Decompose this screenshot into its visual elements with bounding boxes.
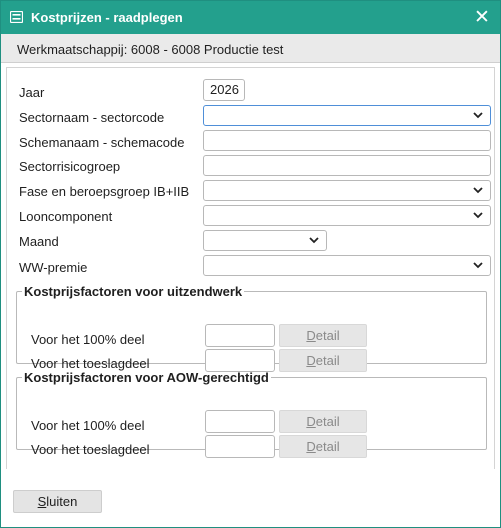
risico-input[interactable] [203,155,491,176]
fase-label: Fase en beroepsgroep IB+IIB [19,184,190,199]
window-title: Kostprijzen - raadplegen [31,10,183,25]
form-panel: Jaar 2026 Sectornaam - sectorcode Schema… [6,67,495,469]
chevron-down-icon [473,212,483,219]
aow-toeslag-detail-button[interactable]: Detail [279,435,367,458]
uitzendwerk-group: Kostprijsfactoren voor uitzendwerk Voor … [16,284,487,372]
uitzend-100-label: Voor het 100% deel [31,332,145,347]
chevron-down-icon [309,237,319,244]
aow-100-detail-button[interactable]: Detail [279,410,367,433]
uitzend-toeslag-label: Voor het toeslagdeel [31,356,150,371]
detail-label: etail [315,439,340,454]
detail-mnemonic: D [306,439,316,454]
chevron-down-icon [473,187,483,194]
detail-label: etail [315,328,340,343]
aow-legend: Kostprijsfactoren voor AOW-gerechtigd [24,370,269,385]
jaar-label: Jaar [19,85,45,100]
maand-label: Maand [19,234,59,249]
uitzend-toeslag-input[interactable] [205,349,275,372]
sluiten-mnemonic: S [37,494,47,509]
chevron-down-icon [473,262,483,269]
looncomp-select[interactable] [203,205,491,226]
close-icon[interactable]: ✕ [473,7,491,27]
uitzend-toeslag-detail-button[interactable]: Detail [279,349,367,372]
form-icon [10,11,23,23]
jaar-input[interactable]: 2026 [203,79,245,101]
uitzend-100-detail-button[interactable]: Detail [279,324,367,347]
maand-select[interactable] [203,230,327,251]
aow-group: Kostprijsfactoren voor AOW-gerechtigd Vo… [16,370,487,458]
aow-toeslag-label: Voor het toeslagdeel [31,442,150,457]
aow-100-input[interactable] [205,410,275,433]
company-header: Werkmaatschappij: 6008 - 6008 Productie … [1,34,500,63]
sluiten-label: luiten [46,494,78,509]
aow-toeslag-input[interactable] [205,435,275,458]
sluiten-button[interactable]: Sluiten [13,490,102,513]
sector-label: Sectornaam - sectorcode [19,110,165,125]
schema-input[interactable] [203,130,491,151]
detail-mnemonic: D [306,328,316,343]
schema-label: Schemanaam - schemacode [19,135,185,150]
sector-select[interactable] [203,105,491,126]
ww-label: WW-premie [19,260,88,275]
looncomp-label: Looncomponent [19,209,113,224]
detail-mnemonic: D [306,414,316,429]
footer-bar: Sluiten [1,469,500,528]
dialog-window: Kostprijzen - raadplegen ✕ Werkmaatschap… [0,0,501,528]
uitzend-100-input[interactable] [205,324,275,347]
title-bar[interactable]: Kostprijzen - raadplegen ✕ [1,1,500,34]
ww-select[interactable] [203,255,491,276]
jaar-value: 2026 [210,82,239,97]
fase-select[interactable] [203,180,491,201]
detail-mnemonic: D [306,353,316,368]
detail-label: etail [315,414,340,429]
risico-label: Sectorrisicogroep [19,159,121,174]
uitzendwerk-legend: Kostprijsfactoren voor uitzendwerk [24,284,243,299]
chevron-down-icon [473,112,483,119]
aow-100-label: Voor het 100% deel [31,418,145,433]
detail-label: etail [315,353,340,368]
company-text: Werkmaatschappij: 6008 - 6008 Productie … [17,42,284,57]
